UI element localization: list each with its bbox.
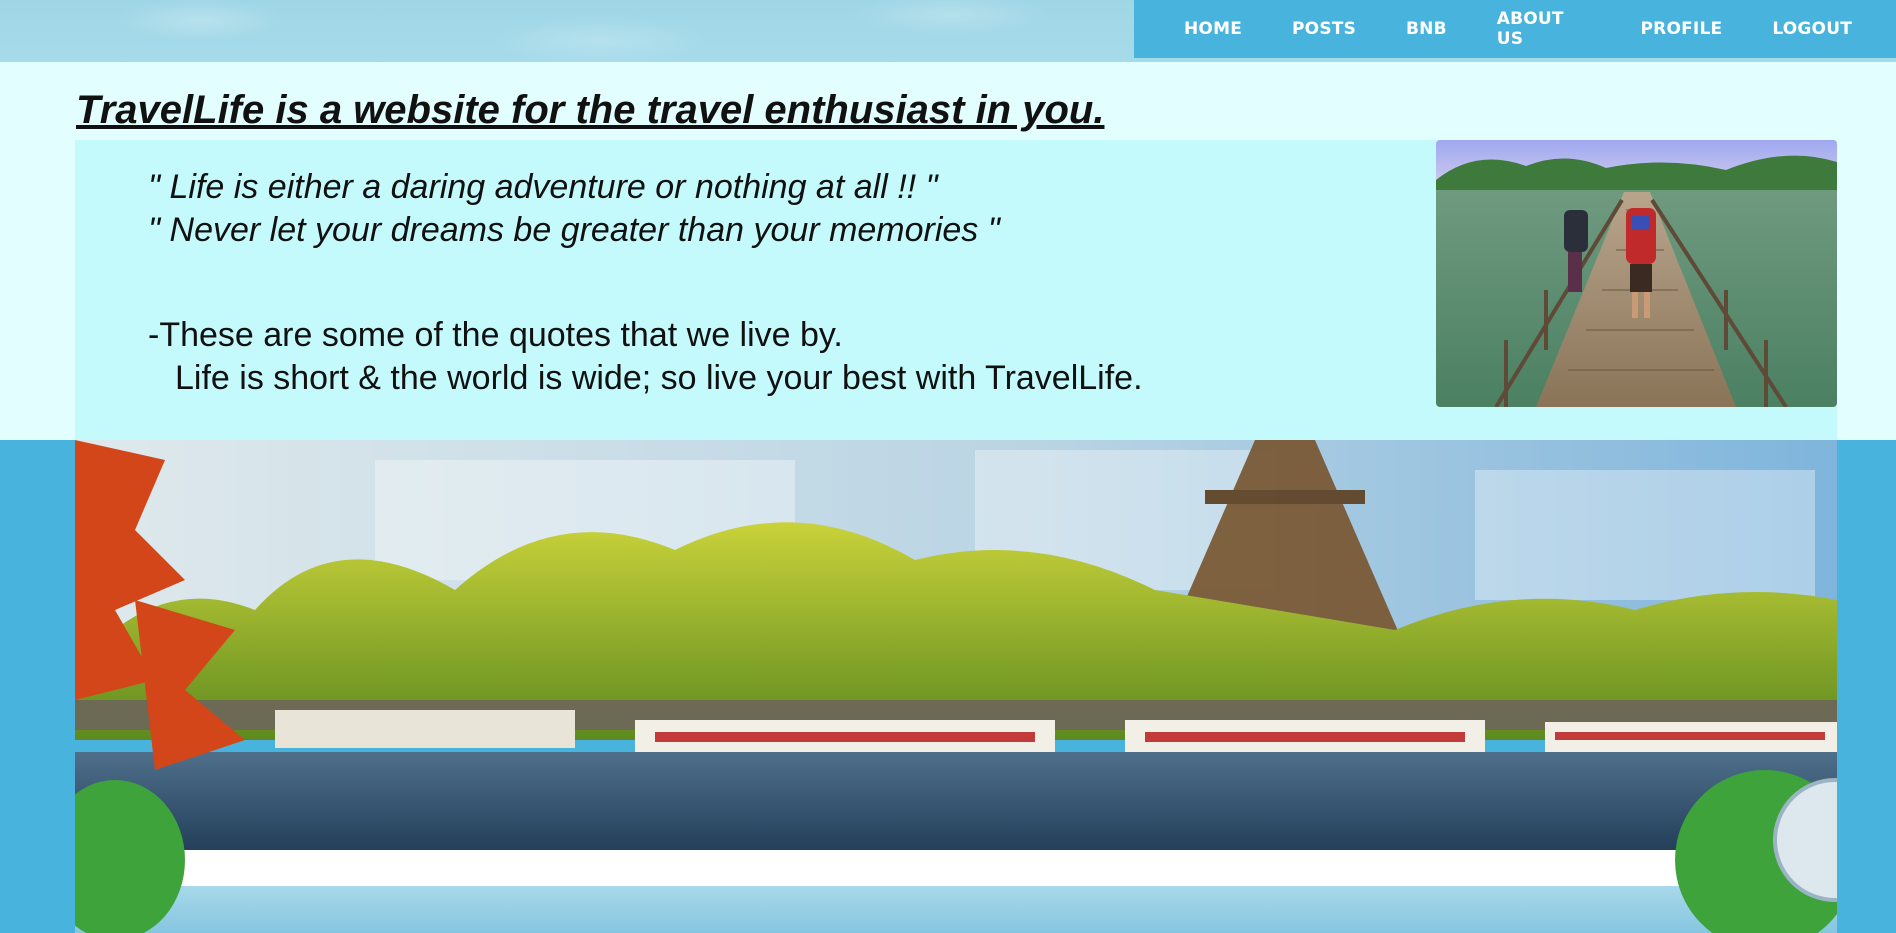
nav-logout-link[interactable]: LOGOUT	[1772, 19, 1852, 39]
paris-banner-illustration	[75, 440, 1837, 933]
nav-profile-link[interactable]: PROFILE	[1641, 19, 1723, 39]
main-nav: HOME POSTS BNB ABOUT US PROFILE LOGOUT	[1134, 0, 1896, 58]
nav-about-us-link[interactable]: ABOUT US	[1497, 9, 1591, 49]
motto-line: -These are some of the quotes that we li…	[148, 316, 843, 354]
backpackers-photo	[1436, 140, 1837, 407]
nav-home-link[interactable]: HOME	[1184, 19, 1242, 39]
nav-posts-link[interactable]: POSTS	[1292, 19, 1356, 39]
nav-bnb-link[interactable]: BNB	[1406, 19, 1447, 39]
page-headline: TravelLife is a website for the travel e…	[76, 88, 1105, 132]
motto-block: -These are some of the quotes that we li…	[148, 314, 1143, 400]
quotes-block: " Life is either a daring adventure or n…	[148, 166, 1000, 252]
quote-line: " Never let your dreams be greater than …	[148, 211, 1000, 249]
backpackers-photo-illustration	[1436, 140, 1837, 407]
motto-line: Life is short & the world is wide; so li…	[175, 359, 1143, 397]
paris-banner-image	[75, 440, 1837, 933]
quote-line: " Life is either a daring adventure or n…	[148, 168, 938, 206]
